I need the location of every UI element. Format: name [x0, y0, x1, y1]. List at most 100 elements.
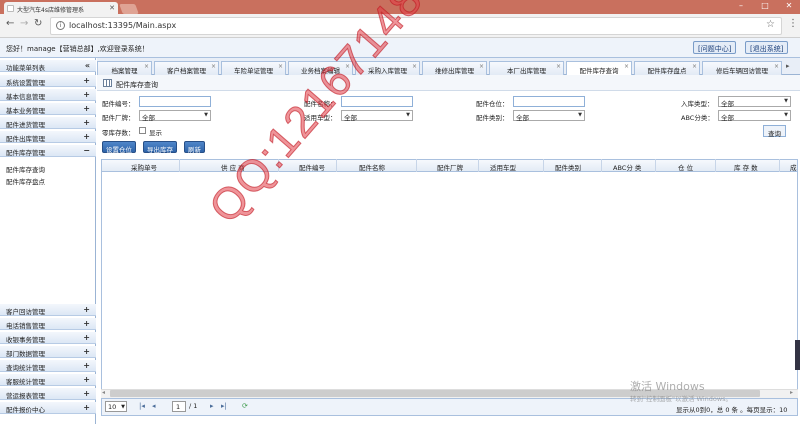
expand-icon: + — [83, 132, 90, 141]
page-number-input[interactable]: 1 — [172, 401, 186, 412]
show-label: 显示 — [149, 129, 162, 137]
sidebar-item-service-stats[interactable]: 客服统计管理 + — [0, 374, 96, 386]
back-icon[interactable]: ← — [6, 18, 14, 29]
browser-menu-icon[interactable]: ⋮ — [788, 18, 798, 29]
location-label: 配件仓位： — [476, 100, 509, 108]
close-tab-icon[interactable]: ✕ — [109, 4, 115, 12]
browser-tab-title: 大型汽车4s店维修管理系 — [17, 7, 84, 14]
sidebar-subitem-stock-query[interactable]: 配件库存查询 — [6, 164, 45, 174]
expand-icon: + — [83, 403, 90, 412]
expand-icon: + — [83, 361, 90, 370]
col-model[interactable]: 适用车型 — [490, 162, 516, 172]
close-tab-icon[interactable]: × — [144, 63, 149, 70]
minimize-icon[interactable]: – — [730, 0, 752, 12]
col-location[interactable]: 仓 位 — [678, 162, 693, 172]
close-tab-icon[interactable]: × — [624, 63, 629, 70]
sidebar-item-parts-outbound[interactable]: 配件出库管理 + — [0, 131, 96, 143]
sidebar-item-system[interactable]: 系统设置管理 + — [0, 75, 96, 87]
close-tab-icon[interactable]: × — [692, 63, 697, 70]
first-page-icon[interactable]: |◂ — [139, 402, 145, 410]
maker-select[interactable]: 全部 ▼ — [139, 110, 211, 122]
close-tab-icon[interactable]: × — [211, 63, 216, 70]
export-stock-button[interactable]: 导出库存 — [143, 141, 177, 154]
windows-activation-hint: 转到"控制面板"以激活 Windows。 — [630, 395, 733, 403]
sidebar-item-basic-business[interactable]: 基本业务管理 + — [0, 103, 96, 115]
col-abc[interactable]: ABC分 类 — [613, 162, 641, 172]
col-maker[interactable]: 配件厂牌 — [437, 162, 463, 172]
col-category[interactable]: 配件类别 — [555, 162, 581, 172]
refresh-page-icon[interactable]: ⟳ — [242, 402, 248, 410]
expand-icon: + — [83, 319, 90, 328]
close-tab-icon[interactable]: × — [412, 63, 417, 70]
tab-stock-query[interactable]: 配件库存查询 × — [566, 61, 632, 76]
col-separator — [779, 159, 780, 172]
category-select[interactable]: 全部 ▼ — [513, 110, 585, 122]
tab-factory-outbound[interactable]: 本厂出库管理 × — [489, 61, 564, 75]
next-page-icon[interactable]: ▸ — [210, 402, 214, 410]
sidebar-item-parts-stock[interactable]: 配件库存管理 − — [0, 145, 96, 157]
col-separator — [179, 159, 180, 172]
sidebar-item-cashier[interactable]: 收银事务管理 + — [0, 332, 96, 344]
last-page-icon[interactable]: ▸| — [221, 402, 227, 410]
expand-icon: + — [83, 118, 90, 127]
scroll-right-icon[interactable]: ▸ — [790, 389, 793, 396]
sidebar-item-callback[interactable]: 客户回访管理 + — [0, 304, 96, 316]
maximize-icon[interactable]: □ — [754, 0, 776, 12]
refresh-button[interactable]: 刷新 — [184, 141, 205, 154]
stock-type-label: 入库类型： — [681, 100, 714, 108]
col-part-name[interactable]: 配件名称 — [359, 162, 385, 172]
prev-page-icon[interactable]: ◂ — [152, 402, 156, 410]
collapse-sidebar-icon[interactable]: « — [85, 61, 90, 70]
sidebar-item-phone-sales[interactable]: 电话销售管理 + — [0, 318, 96, 330]
browser-tab[interactable]: 大型汽车4s店维修管理系 ✕ — [4, 2, 118, 14]
side-handle[interactable] — [795, 340, 800, 370]
sidebar-item-basic-info[interactable]: 基本信息管理 + — [0, 89, 96, 101]
grid-body — [101, 172, 798, 398]
close-tab-icon[interactable]: × — [479, 63, 484, 70]
sidebar-subitem-stock-check[interactable]: 配件库存盘点 — [6, 176, 45, 186]
sidebar-item-reports[interactable]: 营运报表管理 + — [0, 388, 96, 400]
bookmark-star-icon[interactable]: ☆ — [766, 19, 775, 30]
set-location-button[interactable]: 设置仓位 — [102, 141, 136, 154]
part-no-input[interactable] — [139, 96, 211, 107]
windows-activation-title: 激活 Windows — [630, 380, 705, 393]
col-purchase-no[interactable]: 采购单号 — [131, 162, 157, 172]
sidebar-item-statistics[interactable]: 查询统计管理 + — [0, 360, 96, 372]
abc-select[interactable]: 全部 ▼ — [718, 110, 791, 122]
panel-header — [97, 75, 800, 91]
expand-icon: + — [83, 333, 90, 342]
stock-type-select[interactable]: 全部 ▼ — [718, 96, 791, 108]
new-tab-button[interactable] — [119, 4, 139, 14]
tab-archive[interactable]: 档案管理 × — [97, 61, 152, 75]
close-tab-icon[interactable]: × — [278, 63, 283, 70]
tab-customer-archive[interactable]: 客户档案管理 × — [154, 61, 219, 75]
sidebar-item-quote-center[interactable]: 配件报价中心 + — [0, 402, 96, 414]
reload-icon[interactable]: ↻ — [34, 18, 42, 29]
model-select[interactable]: 全部 ▼ — [341, 110, 413, 122]
help-center-button[interactable]: [问题中心] — [693, 41, 737, 54]
tabs-scroll-right-icon[interactable]: ▸ — [786, 62, 790, 70]
col-part-no[interactable]: 配件编号 — [299, 162, 325, 172]
close-window-icon[interactable]: ✕ — [778, 0, 800, 12]
show-zero-checkbox[interactable] — [139, 127, 146, 134]
col-stock-count[interactable]: 库 存 数 — [734, 162, 758, 172]
scroll-left-icon[interactable]: ◂ — [102, 389, 105, 396]
collapse-icon: − — [83, 146, 90, 155]
query-button[interactable]: 查询 — [763, 125, 786, 138]
location-input[interactable] — [513, 96, 585, 107]
logout-button[interactable]: [退出系统] — [745, 41, 789, 54]
close-tab-icon[interactable]: × — [774, 63, 779, 70]
col-separator — [543, 159, 544, 172]
site-info-icon[interactable]: i — [56, 21, 65, 30]
col-separator — [478, 159, 479, 172]
forward-icon[interactable]: → — [20, 18, 28, 29]
sidebar-item-parts-purchase[interactable]: 配件进货管理 + — [0, 117, 96, 129]
tab-insurance[interactable]: 车险单证管理 × — [221, 61, 286, 75]
tab-repair-outbound[interactable]: 维修出库管理 × — [422, 61, 487, 75]
tab-stock-check[interactable]: 配件库存盘点 × — [634, 61, 700, 75]
close-tab-icon[interactable]: × — [556, 63, 561, 70]
page-size-select[interactable]: 10 ▼ — [105, 401, 127, 412]
tab-after-repair-callback[interactable]: 修后车辆回访管理 × — [702, 61, 782, 75]
col-cost[interactable]: 成 — [790, 162, 797, 172]
sidebar-item-department[interactable]: 部门数据管理 + — [0, 346, 96, 358]
